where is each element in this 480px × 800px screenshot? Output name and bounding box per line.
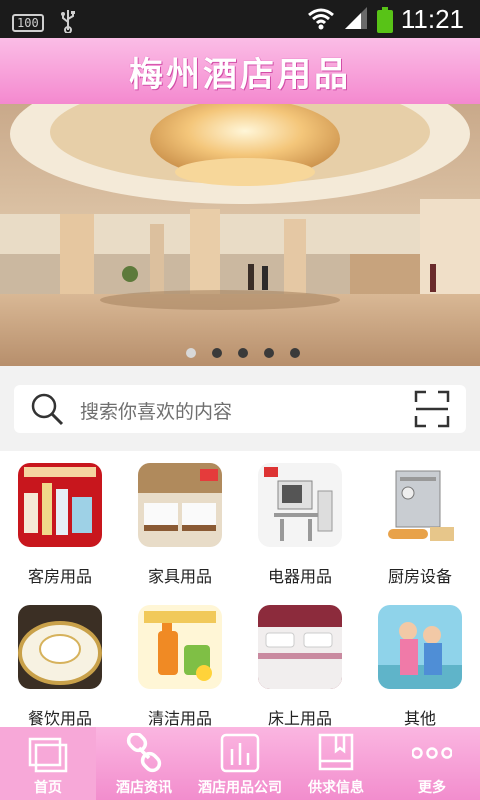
category-item-cleaning[interactable]: 清洁用品 — [120, 593, 240, 731]
tab-label: 供求信息 — [308, 780, 364, 796]
category-label: 电器用品 — [267, 567, 332, 586]
carousel-dot[interactable] — [212, 348, 222, 358]
chart-icon — [220, 733, 260, 773]
category-item-guest-room[interactable]: 客房用品 — [0, 451, 120, 589]
page-title: 梅州酒店用品 — [129, 54, 351, 95]
category-item-appliances[interactable]: 电器用品 — [240, 451, 360, 589]
status-bar: 100 11:21 — [0, 0, 480, 38]
other-image — [378, 605, 462, 689]
search-input[interactable]: 搜索你喜欢的内容 — [80, 397, 232, 424]
search-icon[interactable] — [30, 392, 64, 426]
category-grid: 客房用品 家具用品 电器用品 厨房设备 餐饮用品 清洁用品 床上用品 其他 — [0, 451, 480, 728]
category-item-bedding[interactable]: 床上用品 — [240, 593, 360, 731]
cleaning-products-image — [138, 605, 222, 689]
banner-carousel[interactable] — [0, 104, 480, 366]
home-icon — [28, 737, 68, 773]
clock-time: 11:21 — [400, 4, 464, 34]
category-label: 客房用品 — [27, 567, 92, 586]
search-bar[interactable]: 搜索你喜欢的内容 — [14, 385, 466, 433]
tab-label: 首页 — [34, 780, 62, 796]
kitchen-equipment-image — [378, 463, 462, 547]
carousel-dot[interactable] — [290, 348, 300, 358]
tab-hotel-news[interactable]: 酒店资讯 — [96, 727, 192, 800]
appliances-image — [258, 463, 342, 547]
usb-icon — [60, 9, 76, 37]
carousel-dot[interactable] — [186, 348, 196, 358]
tab-label: 酒店用品公司 — [198, 780, 282, 796]
battery-percent-badge: 100 — [12, 14, 44, 32]
category-label: 其他 — [403, 709, 436, 728]
category-label: 餐饮用品 — [27, 709, 92, 728]
signal-icon — [343, 5, 369, 35]
tab-home[interactable]: 首页 — [0, 727, 96, 800]
battery-icon — [376, 6, 393, 33]
carousel-dot[interactable] — [264, 348, 274, 358]
hotel-lobby-image — [0, 104, 480, 366]
book-icon — [318, 733, 354, 771]
tab-label: 更多 — [418, 780, 446, 796]
category-item-tableware[interactable]: 餐饮用品 — [0, 593, 120, 731]
tab-supply-demand[interactable]: 供求信息 — [288, 727, 384, 800]
tab-company[interactable]: 酒店用品公司 — [192, 727, 288, 800]
app-header: 梅州酒店用品 — [0, 38, 480, 104]
scan-icon[interactable] — [414, 390, 450, 428]
category-item-kitchen[interactable]: 厨房设备 — [360, 451, 480, 589]
carousel-dot[interactable] — [238, 348, 248, 358]
guest-room-products-image — [18, 463, 102, 547]
bottom-tab-bar: 首页 酒店资讯 酒店用品公司 供求信息 更多 — [0, 727, 480, 800]
bedding-image — [258, 605, 342, 689]
tab-label: 酒店资讯 — [116, 780, 172, 796]
category-item-furniture[interactable]: 家具用品 — [120, 451, 240, 589]
tab-more[interactable]: 更多 — [384, 727, 480, 800]
category-label: 床上用品 — [267, 709, 332, 728]
wifi-icon — [307, 6, 335, 34]
link-icon — [126, 733, 162, 773]
category-label: 家具用品 — [147, 567, 212, 586]
furniture-image — [138, 463, 222, 547]
category-label: 清洁用品 — [147, 709, 212, 728]
category-item-other[interactable]: 其他 — [360, 593, 480, 731]
carousel-indicator — [186, 348, 300, 358]
category-label: 厨房设备 — [387, 567, 452, 586]
more-icon — [412, 747, 452, 759]
tableware-image — [18, 605, 102, 689]
